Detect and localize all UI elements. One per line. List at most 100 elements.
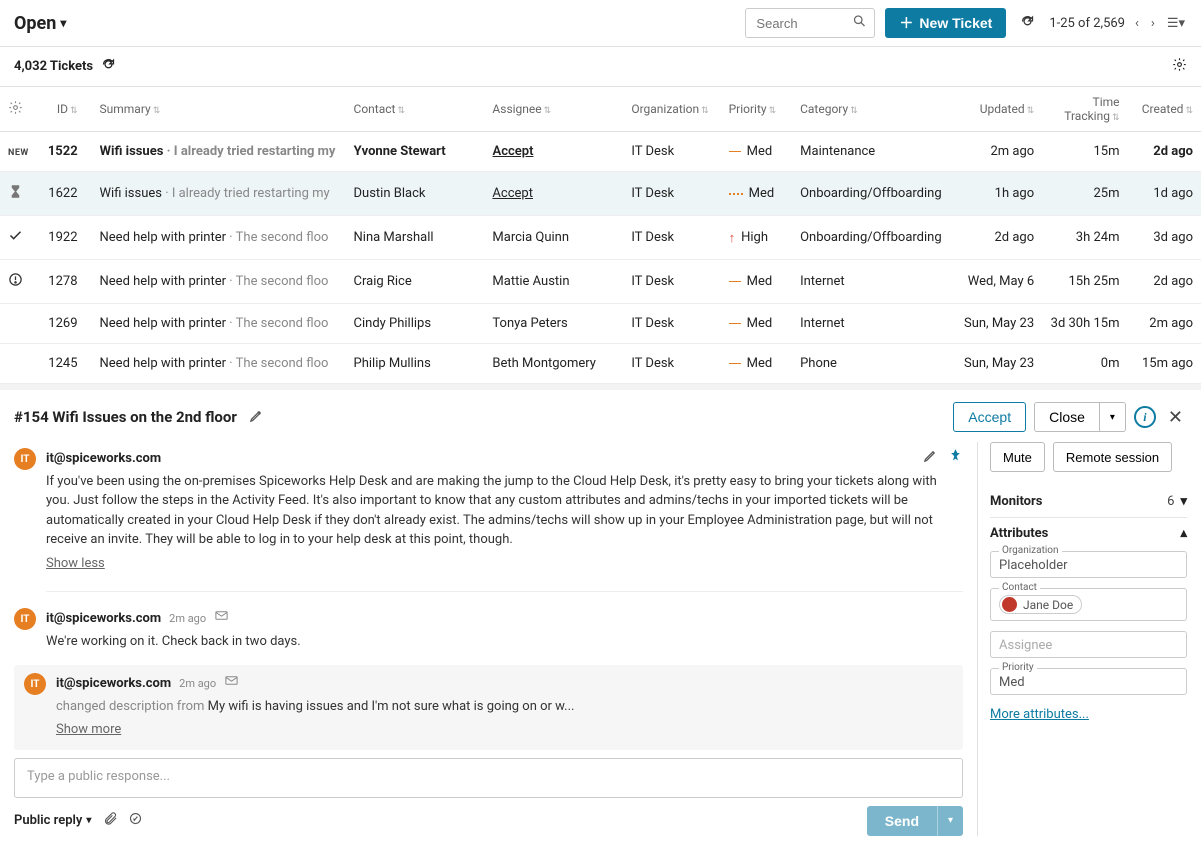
accept-link[interactable]: Accept [493, 144, 534, 159]
ticket-summary: Wifi issues [100, 144, 164, 159]
col-id[interactable]: ID⇅ [32, 102, 86, 116]
attributes-section-toggle[interactable]: Attributes ▴ [990, 526, 1187, 541]
col-category[interactable]: Category⇅ [792, 102, 951, 116]
new-ticket-label: New Ticket [919, 15, 992, 31]
assignee-field[interactable]: Assignee [990, 631, 1187, 658]
ticket-contact: Yvonne Stewart [346, 144, 485, 159]
ticket-created: 3d ago [1128, 230, 1201, 245]
mail-icon [214, 608, 229, 630]
new-ticket-button[interactable]: ＋ New Ticket [885, 8, 1006, 38]
more-attributes-link[interactable]: More attributes... [990, 707, 1089, 722]
priority-field[interactable]: Priority Med [990, 668, 1187, 695]
response-input[interactable]: Type a public response... [14, 758, 963, 798]
contact-chip[interactable]: Jane Doe [999, 595, 1082, 614]
accept-link[interactable]: Accept [492, 186, 533, 201]
priority-label: Med [749, 186, 775, 201]
col-contact[interactable]: Contact⇅ [346, 102, 485, 116]
ticket-id: 1522 [32, 144, 86, 159]
close-panel-button[interactable]: ✕ [1164, 407, 1187, 428]
comment-author: it@spiceworks.com [46, 609, 161, 629]
page-prev-button[interactable]: ‹ [1133, 16, 1141, 31]
close-ticket-button[interactable]: Close [1034, 402, 1100, 432]
table-row[interactable]: 1245Need help with printer · The second … [0, 344, 1201, 384]
table-row[interactable]: 1922Need help with printer · The second … [0, 216, 1201, 260]
col-assignee[interactable]: Assignee⇅ [484, 102, 623, 116]
ticket-created: 1d ago [1128, 186, 1201, 201]
ticket-org: IT Desk [623, 144, 720, 159]
hourglass-icon [8, 188, 23, 203]
ticket-category: Internet [792, 274, 951, 289]
search-icon[interactable] [852, 14, 867, 33]
column-settings-button[interactable] [0, 100, 32, 118]
pin-icon[interactable] [948, 448, 963, 470]
monitors-section-toggle[interactable]: Monitors 6▾ [990, 494, 1187, 509]
ticket-tracking: 25m [1042, 186, 1127, 201]
show-more-link[interactable]: Show more [56, 720, 121, 740]
show-less-link[interactable]: Show less [46, 554, 105, 574]
ticket-id: 1922 [32, 230, 86, 245]
chevron-down-icon: ▾ [60, 16, 66, 30]
send-dropdown[interactable]: ▾ [937, 806, 963, 836]
col-organization[interactable]: Organization⇅ [623, 102, 720, 116]
ticket-summary: Need help with printer [100, 230, 227, 245]
send-button[interactable]: Send [867, 806, 937, 836]
remote-session-button[interactable]: Remote session [1053, 442, 1172, 472]
close-ticket-dropdown[interactable]: ▾ [1100, 402, 1126, 432]
mute-button[interactable]: Mute [990, 442, 1045, 472]
avatar: IT [14, 448, 36, 470]
ticket-updated: Wed, May 6 [951, 274, 1042, 289]
ticket-org: IT Desk [623, 356, 720, 371]
organization-field[interactable]: Organization Placeholder [990, 551, 1187, 578]
comment-text: We're working on it. Check back in two d… [46, 632, 963, 652]
accept-button[interactable]: Accept [953, 402, 1026, 432]
priority-label: Med [747, 274, 773, 289]
check-icon [8, 232, 23, 247]
refresh-count-button[interactable] [101, 57, 116, 76]
edit-title-button[interactable] [249, 408, 264, 427]
table-row[interactable]: 1269Need help with printer · The second … [0, 304, 1201, 344]
ticket-updated: 1h ago [951, 186, 1042, 201]
table-row[interactable]: NEW1522Wifi issues · I already tried res… [0, 132, 1201, 172]
view-density-button[interactable]: ☰▾ [1165, 16, 1187, 31]
ticket-contact: Craig Rice [346, 274, 485, 289]
table-settings-button[interactable] [1172, 57, 1187, 76]
page-next-button[interactable]: › [1149, 16, 1157, 31]
plus-icon: ＋ [899, 13, 913, 33]
ticket-updated: Sun, May 23 [951, 356, 1042, 371]
view-selector[interactable]: Open ▾ [14, 13, 66, 34]
priority-label: Med [747, 144, 773, 159]
tickets-count-text: 4,032 Tickets [14, 59, 93, 74]
table-row[interactable]: 1622Wifi issues · I already tried restar… [0, 172, 1201, 216]
ticket-updated: Sun, May 23 [951, 316, 1042, 331]
new-badge: NEW [8, 148, 29, 158]
table-row[interactable]: 1278Need help with printer · The second … [0, 260, 1201, 304]
edit-comment-button[interactable] [923, 448, 938, 470]
contact-field[interactable]: Contact Jane Doe [990, 588, 1187, 621]
refresh-button[interactable] [1016, 10, 1039, 37]
ticket-updated: 2m ago [951, 144, 1042, 159]
comment-author: it@spiceworks.com [46, 449, 161, 469]
comment-text: changed description from My wifi is havi… [56, 697, 953, 717]
col-tracking[interactable]: Time Tracking⇅ [1042, 95, 1127, 123]
priority-med-icon [729, 281, 741, 283]
priority-label: High [741, 230, 768, 245]
priority-high-icon: ↑ [729, 230, 736, 246]
col-updated[interactable]: Updated⇅ [951, 102, 1042, 116]
col-priority[interactable]: Priority⇅ [721, 102, 793, 116]
col-created[interactable]: Created⇅ [1128, 102, 1201, 116]
chevron-down-icon: ▾ [1180, 494, 1187, 509]
chevron-up-icon: ▴ [1180, 526, 1187, 541]
ticket-category: Internet [792, 316, 951, 331]
ticket-summary: Need help with printer [100, 316, 227, 331]
alert-icon [8, 276, 23, 291]
ticket-tracking: 15h 25m [1042, 274, 1127, 289]
col-summary[interactable]: Summary⇅ [86, 102, 346, 116]
reply-type-selector[interactable]: Public reply▾ [14, 813, 91, 828]
pagination-text: 1-25 of 2,569 [1049, 16, 1125, 31]
comment-time: 2m ago [179, 676, 216, 693]
priority-label: Med [747, 356, 773, 371]
attach-button[interactable] [103, 811, 118, 830]
info-icon[interactable]: i [1134, 406, 1156, 428]
ticket-category: Onboarding/Offboarding [792, 230, 951, 245]
canned-response-button[interactable] [128, 811, 143, 830]
